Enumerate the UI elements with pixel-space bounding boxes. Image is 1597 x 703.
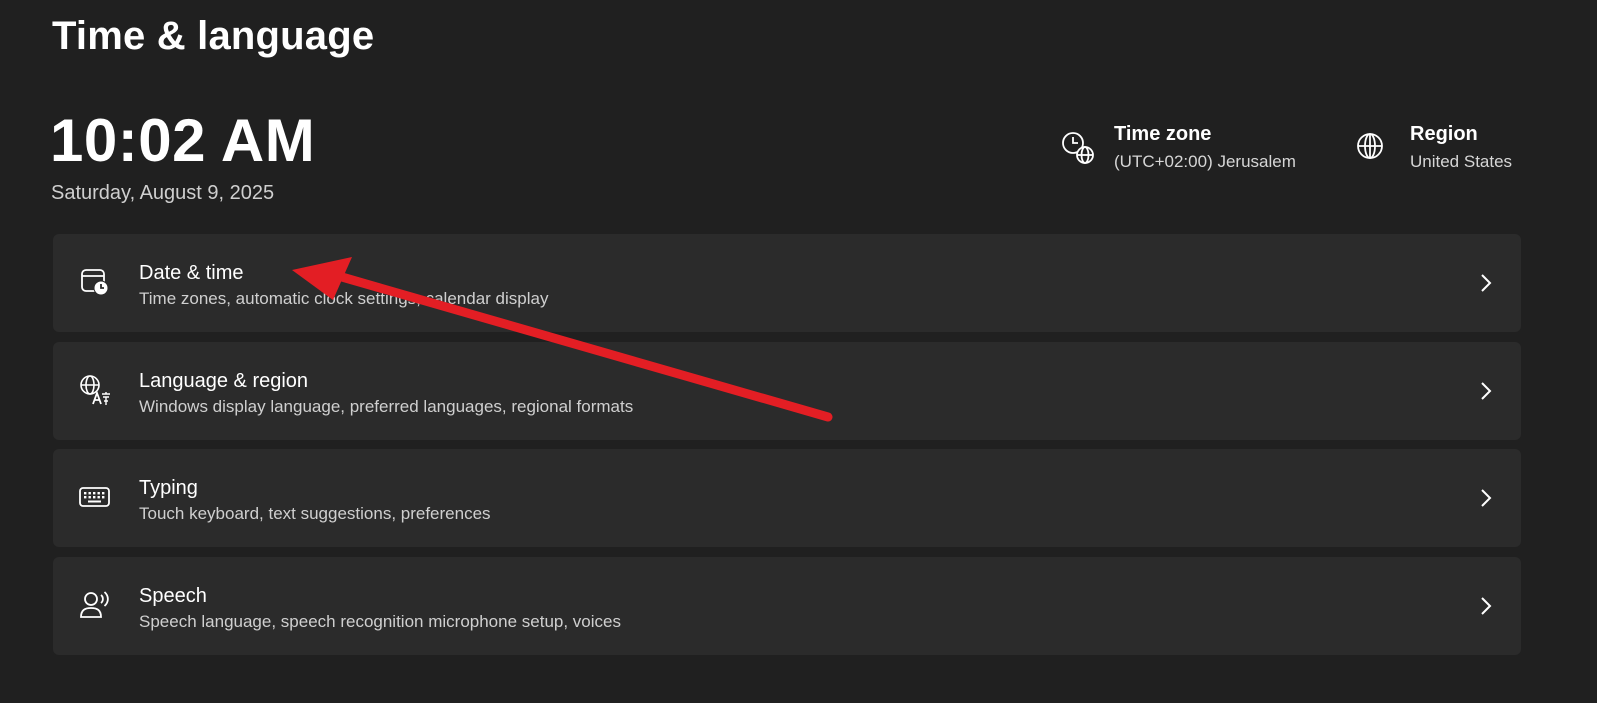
current-date: Saturday, August 9, 2025 <box>51 182 275 204</box>
keyboard-icon <box>79 487 110 507</box>
card-subtitle: Touch keyboard, text suggestions, prefer… <box>139 504 491 523</box>
chevron-right-icon <box>1481 597 1492 615</box>
card-title: Typing <box>139 477 198 499</box>
time-zone-title: Time zone <box>1114 123 1212 145</box>
card-subtitle: Time zones, automatic clock settings, ca… <box>139 289 549 308</box>
settings-card-speech[interactable]: Speech Speech language, speech recogniti… <box>53 557 1521 655</box>
region-summary[interactable]: Region United States <box>1356 122 1512 173</box>
card-subtitle: Speech language, speech recognition micr… <box>139 612 621 631</box>
time-zone-value: (UTC+02:00) Jerusalem <box>1114 152 1296 171</box>
calendar-clock-icon <box>81 269 109 296</box>
current-time: 10:02 AM <box>50 107 316 174</box>
settings-card-date-time[interactable]: Date & time Time zones, automatic clock … <box>53 234 1521 332</box>
time-zone-summary[interactable]: Time zone (UTC+02:00) Jerusalem <box>1060 122 1296 173</box>
settings-card-language-region[interactable]: Language & region Windows display langua… <box>53 342 1521 440</box>
region-title: Region <box>1410 123 1478 145</box>
card-title: Language & region <box>139 370 309 392</box>
card-subtitle: Windows display language, preferred lang… <box>139 397 634 416</box>
settings-card-typing[interactable]: Typing Touch keyboard, text suggestions,… <box>53 449 1521 547</box>
clock-globe-icon <box>1062 132 1094 164</box>
page-title: Time & language <box>52 14 375 58</box>
speech-icon <box>80 591 109 618</box>
language-icon <box>80 375 110 405</box>
chevron-right-icon <box>1481 382 1492 400</box>
chevron-right-icon <box>1481 274 1492 292</box>
region-value: United States <box>1410 152 1513 171</box>
card-title: Speech <box>139 585 207 607</box>
chevron-right-icon <box>1481 489 1492 507</box>
card-title: Date & time <box>139 262 244 284</box>
globe-icon <box>1357 133 1383 159</box>
